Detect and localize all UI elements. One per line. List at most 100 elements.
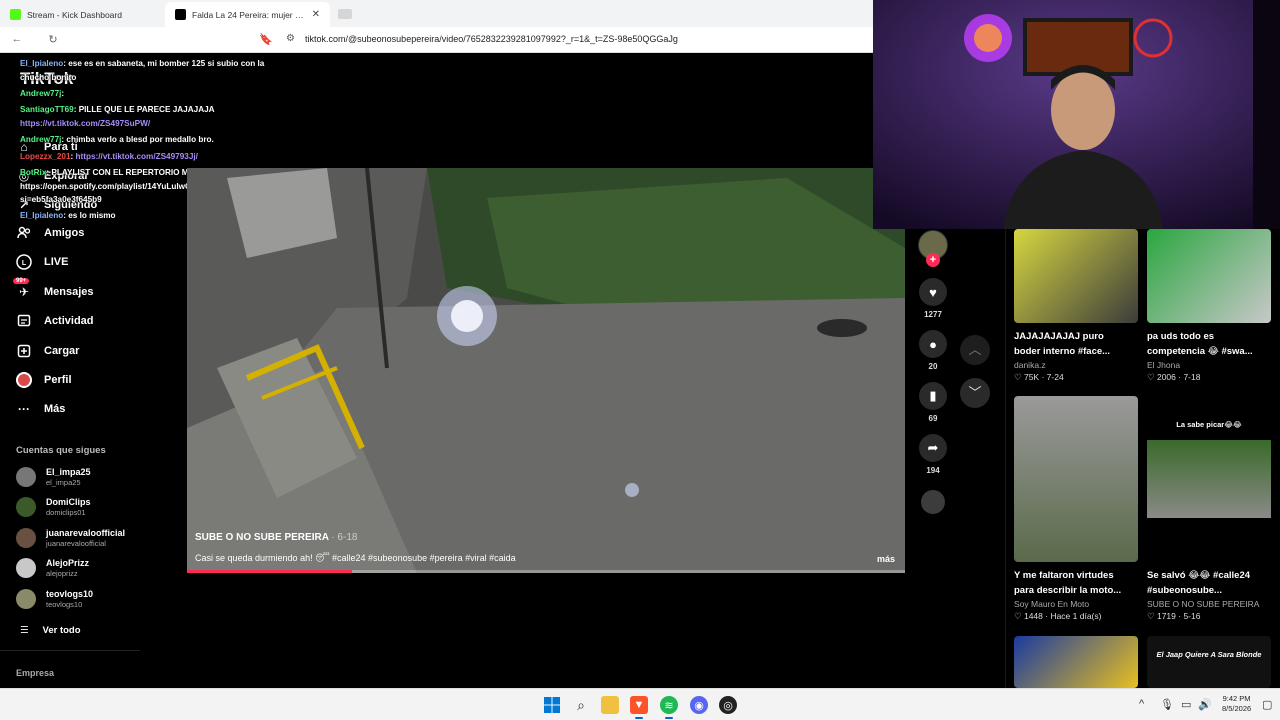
avatar: [16, 467, 36, 487]
save-button[interactable]: ▮ 69: [916, 382, 950, 423]
see-all-link[interactable]: ☰ Ver todo: [20, 625, 81, 636]
site-info-icon[interactable]: ⚙: [286, 33, 295, 44]
tab-tiktok-video[interactable]: Falda La 24 Pereira: mujer ca… ✕: [165, 2, 330, 27]
obs-icon[interactable]: ◎: [719, 696, 737, 714]
tab-title: Stream - Kick Dashboard: [27, 9, 122, 20]
chat-message: Andrew77j: chimba verlo a blesd por meda…: [20, 135, 214, 144]
chat-message: El_Ipialeno: es lo mismo: [20, 211, 116, 220]
notification-icon[interactable]: ▢: [1262, 698, 1272, 711]
back-icon[interactable]: ←: [8, 33, 26, 45]
like-button[interactable]: ♥ 1277: [916, 278, 950, 319]
discord-icon[interactable]: ◉: [690, 696, 708, 714]
file-explorer-icon[interactable]: [601, 696, 619, 714]
sound-disc[interactable]: [921, 490, 945, 514]
following-section-title: Cuentas que sigues: [16, 445, 106, 456]
nav-item-perfil[interactable]: Perfil: [16, 372, 72, 388]
more-link[interactable]: más: [877, 554, 895, 564]
chat-message: chucho bonito: [20, 73, 77, 82]
account-handle: el_impa25: [46, 478, 81, 487]
save-count: 69: [928, 414, 938, 423]
tab-title: Falda La 24 Pereira: mujer ca…: [192, 9, 306, 20]
account-name: juanarevaloofficial: [46, 528, 126, 538]
avatar: [16, 497, 36, 517]
list-icon: ☰: [20, 625, 29, 636]
activity-icon: [16, 313, 32, 329]
following-account[interactable]: AlejoPrizz alejoprizz: [16, 558, 89, 578]
previous-video-button[interactable]: ︿: [960, 335, 990, 365]
rec-author: Soy Mauro En Moto: [1014, 599, 1090, 609]
nav-item-live[interactable]: L LIVE: [16, 254, 68, 270]
rec-title: JAJAJAJAJAJ puro boder interno #face...: [1014, 331, 1111, 357]
nav-label: Cargar: [44, 345, 80, 357]
account-name: AlejoPrizz: [46, 558, 90, 568]
reload-icon[interactable]: ↻: [44, 33, 62, 46]
video-player[interactable]: SUBE O NO SUBE PEREIRA · 6-18 Casi se qu…: [187, 168, 905, 573]
heart-icon: ♥: [919, 278, 947, 306]
nav-label: Perfil: [44, 374, 72, 386]
nav-item-actividad[interactable]: Actividad: [16, 313, 94, 329]
nav-item-cargar[interactable]: Cargar: [16, 343, 79, 359]
clock-date: 8/5/2026: [1222, 704, 1252, 713]
video-frame: [187, 168, 905, 573]
tray-overflow-icon[interactable]: ^: [1139, 698, 1144, 710]
rec-thumbnail: [1014, 636, 1138, 688]
comment-button[interactable]: ● 20: [916, 330, 950, 371]
rec-card[interactable]: Y me faltaron virtudes para describir la…: [1014, 396, 1138, 622]
following-account[interactable]: juanarevaloofficial juanarevaloofficial: [16, 528, 125, 548]
account-name: teovlogs10: [46, 589, 94, 599]
rec-card[interactable]: El Jaap Quiere A Sara Blonde: [1147, 636, 1271, 688]
messages-badge: 99+: [13, 278, 30, 284]
screen: Stream - Kick Dashboard Falda La 24 Pere…: [0, 0, 1280, 720]
upload-icon: [16, 343, 32, 359]
url-field[interactable]: tiktok.com/@subeonosubepereira/video/765…: [305, 34, 678, 44]
clock-time: 9:42 PM: [1222, 694, 1251, 703]
nav-item-mensajes[interactable]: ✈ 99+ Mensajes: [13, 278, 94, 300]
friends-icon: [16, 225, 32, 241]
nav-item-amigos[interactable]: Amigos: [16, 225, 84, 241]
volume-icon[interactable]: 🔊: [1198, 698, 1212, 711]
avatar: [16, 528, 36, 548]
like-count: 1277: [924, 310, 942, 319]
video-caption: Casi se queda durmiendo ah! 😴 #calle24 #…: [195, 553, 516, 563]
brave-browser-icon[interactable]: ▼: [630, 696, 648, 714]
chat-message: Andrew77j:: [20, 89, 65, 98]
microphone-icon[interactable]: 🎙: [1160, 698, 1174, 711]
video-progress-bar[interactable]: [187, 570, 905, 573]
following-account[interactable]: teovlogs10 teovlogs10: [16, 589, 93, 609]
rec-author: El Jhona: [1147, 360, 1181, 370]
account-name: DomiClips: [46, 497, 91, 507]
rec-author: SUBE O NO SUBE PEREIRA: [1147, 599, 1260, 609]
avatar: [16, 589, 36, 609]
share-button[interactable]: ➦ 194: [916, 434, 950, 475]
bookmark-icon[interactable]: 🔖: [259, 33, 273, 46]
rec-card[interactable]: pa uds todo es competencia 😂 #swa... El …: [1147, 229, 1271, 383]
system-clock[interactable]: 9:42 PM 8/5/2026: [1222, 694, 1251, 714]
rec-card[interactable]: [1014, 636, 1138, 688]
rec-thumbnail: [1014, 396, 1138, 562]
account-handle: juanarevaloofficial: [46, 539, 106, 548]
account-handle: teovlogs10: [46, 600, 83, 609]
spotify-icon[interactable]: ≋: [660, 696, 678, 714]
rec-card[interactable]: La sabe picar😂😂 Se salvó 😂😂 #calle24 #su…: [1147, 396, 1271, 622]
rec-overlay-text: La sabe picar😂😂: [1176, 420, 1242, 429]
nav-item-mas[interactable]: ··· Más: [16, 401, 65, 417]
close-tab-icon[interactable]: ✕: [312, 9, 320, 20]
rec-overlay-text: El Jaap Quiere A Sara Blonde: [1156, 650, 1262, 659]
search-icon[interactable]: ⌕: [572, 696, 590, 714]
chat-link[interactable]: https://vt.tiktok.com/ZS497SuPW/: [20, 119, 150, 128]
rec-title: pa uds todo es competencia 😂 #swa...: [1147, 331, 1253, 357]
following-account[interactable]: DomiClips domiclips01: [16, 497, 91, 517]
video-author[interactable]: SUBE O NO SUBE PEREIRA: [195, 532, 329, 543]
next-video-button[interactable]: ﹀: [960, 378, 990, 408]
rec-frame: [1147, 440, 1271, 518]
tab-kick-dashboard[interactable]: Stream - Kick Dashboard: [0, 2, 165, 27]
rec-card[interactable]: JAJAJAJAJAJ puro boder interno #face... …: [1014, 229, 1138, 383]
follow-button[interactable]: +: [926, 253, 940, 267]
share-count: 194: [926, 466, 940, 475]
new-tab-button[interactable]: [338, 9, 352, 19]
chat-message: si=eb5fa3a0e3f645b9: [20, 195, 102, 204]
network-icon[interactable]: ▭: [1181, 698, 1191, 711]
company-link[interactable]: Empresa: [16, 668, 54, 678]
windows-start-icon[interactable]: [543, 696, 561, 714]
following-account[interactable]: El_impa25 el_impa25: [16, 467, 91, 487]
